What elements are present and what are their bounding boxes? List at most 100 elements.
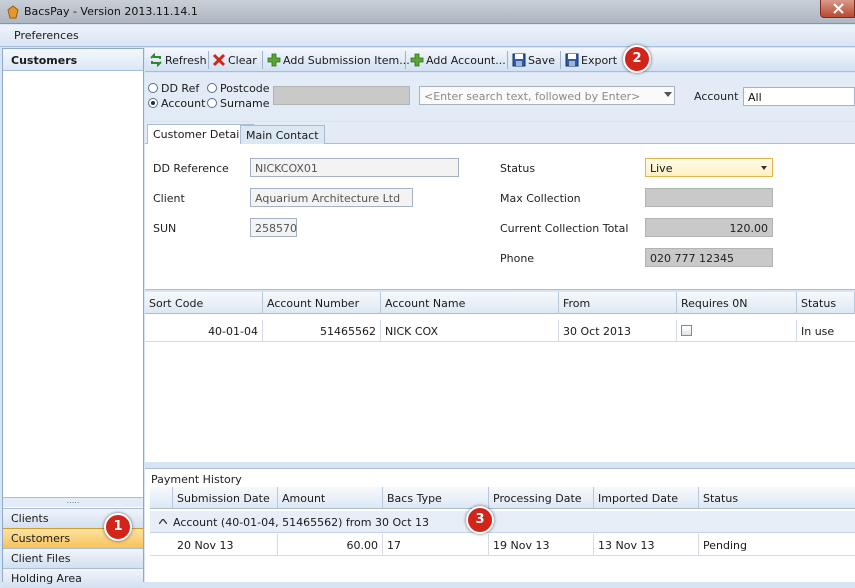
title-bar: BacsPay - Version 2013.11.14.1 [0, 0, 855, 24]
account-filter-select[interactable]: All [743, 87, 855, 106]
tab-customer-details[interactable]: Customer Details [147, 124, 255, 145]
column-header-account-name[interactable]: Account Name [381, 292, 559, 314]
cell-amount: 60.00 [278, 534, 383, 556]
current-collection-total-label: Current Collection Total [500, 222, 629, 235]
search-input[interactable]: <Enter search text, followed by Enter> [419, 86, 675, 105]
export-label: Export [581, 54, 618, 67]
cell-processing-date: 19 Nov 13 [489, 534, 594, 556]
sun-label: SUN [153, 222, 177, 235]
cell-imported-date: 13 Nov 13 [594, 534, 699, 556]
save-icon [512, 53, 526, 67]
table-row[interactable]: 20 Nov 13 60.00 17 19 Nov 13 13 Nov 13 P… [150, 534, 855, 556]
add-submission-item-label: Add Submission Item... [283, 54, 410, 67]
dd-reference-field[interactable]: NICKCOX01 [250, 158, 459, 177]
cell-sort-code: 40-01-04 [145, 320, 263, 342]
radio-postcode[interactable]: Postcode [207, 82, 270, 95]
sun-field[interactable]: 258570 [250, 218, 297, 237]
phone-label: Phone [500, 252, 535, 265]
nav-splitter[interactable]: ..... [3, 497, 143, 507]
radio-button [207, 98, 217, 108]
chevron-down-icon [664, 92, 672, 97]
status-select[interactable]: Live [645, 158, 773, 177]
status-label: Status [500, 162, 536, 175]
close-window-button[interactable] [820, 0, 855, 18]
column-header-from[interactable]: From [559, 292, 677, 314]
max-collection-label: Max Collection [500, 192, 581, 205]
cell-status: In use [801, 325, 835, 338]
callout-badge-2: 2 [623, 45, 651, 73]
add-account-button[interactable]: Add Account... [410, 51, 506, 69]
toolbar-separator [507, 51, 508, 69]
clear-icon [212, 53, 226, 67]
export-button[interactable]: Export [565, 51, 617, 69]
clear-label: Clear [228, 54, 257, 67]
nav-item-client-files[interactable]: Client Files [3, 548, 143, 568]
cell-payment-status: Pending [703, 539, 747, 552]
column-header-payment-status[interactable]: Status [699, 487, 855, 509]
column-header-processing-date[interactable]: Processing Date [489, 487, 594, 509]
nav-item-holding-area[interactable]: Holding Area [3, 568, 143, 588]
window-title: BacsPay - Version 2013.11.14.1 [24, 5, 198, 18]
group-row[interactable]: Account (40-01-04, 51465562) from 30 Oct… [150, 511, 855, 533]
callout-badge-3: 3 [466, 506, 494, 534]
cell-account-name: NICK COX [381, 320, 559, 342]
search-panel: DD Ref Postcode Account Surname <Enter s… [145, 73, 855, 121]
group-row-label: Account (40-01-04, 51465562) from 30 Oct… [173, 516, 430, 529]
radio-dd-ref[interactable]: DD Ref [148, 82, 199, 95]
radio-dd-ref-label: DD Ref [161, 82, 200, 95]
menu-bar: Preferences [0, 25, 855, 47]
app-icon [7, 5, 19, 19]
customer-details-panel: DD Reference NICKCOX01 Client Aquarium A… [145, 144, 855, 290]
refresh-label: Refresh [165, 54, 207, 67]
radio-surname[interactable]: Surname [207, 97, 269, 110]
add-account-label: Add Account... [426, 54, 506, 67]
cell-account-number: 51465562 [263, 320, 381, 342]
column-header-amount[interactable]: Amount [278, 487, 383, 509]
tab-main-contact[interactable]: Main Contact [240, 125, 325, 145]
column-header-submission-date[interactable]: Submission Date [173, 487, 278, 509]
toolbar-separator [405, 51, 406, 69]
clear-button[interactable]: Clear [212, 51, 257, 69]
column-header-status[interactable]: Status [797, 292, 855, 314]
refresh-button[interactable]: Refresh [149, 51, 207, 69]
dd-reference-label: DD Reference [153, 162, 229, 175]
cell-submission-date: 20 Nov 13 [173, 534, 278, 556]
search-prefix-field[interactable] [273, 86, 410, 105]
accounts-grid-header: Sort Code Account Number Account Name Fr… [145, 292, 855, 314]
close-icon [833, 3, 844, 14]
phone-field[interactable]: 020 777 12345 [645, 248, 773, 267]
toolbar-separator [208, 51, 209, 69]
save-label: Save [528, 54, 556, 67]
tab-strip: Customer Details Main Contact [145, 122, 855, 145]
client-field[interactable]: Aquarium Architecture Ltd [250, 188, 413, 207]
account-filter-label: Account [694, 90, 739, 103]
accounts-grid: Sort Code Account Number Account Name Fr… [145, 292, 855, 462]
column-header-requires-0n[interactable]: Requires 0N [677, 292, 797, 314]
client-label: Client [153, 192, 185, 205]
requires-0n-checkbox[interactable] [681, 325, 692, 336]
column-header-expander [150, 487, 173, 509]
column-header-imported-date[interactable]: Imported Date [594, 487, 699, 509]
radio-button [207, 83, 217, 93]
radio-account[interactable]: Account [148, 97, 205, 110]
callout-badge-1: 1 [104, 513, 132, 541]
status-value: Live [650, 162, 673, 175]
save-icon [565, 53, 579, 67]
column-header-sort-code[interactable]: Sort Code [145, 292, 263, 314]
table-row[interactable]: 40-01-04 51465562 NICK COX 30 Oct 2013 I… [145, 320, 855, 342]
chevron-up-icon[interactable] [159, 519, 167, 524]
save-button[interactable]: Save [512, 51, 555, 69]
radio-surname-label: Surname [220, 97, 270, 110]
toolbar-separator [262, 51, 263, 69]
nav-header: Customers [3, 49, 143, 71]
cell-bacs-type: 17 [383, 534, 489, 556]
radio-postcode-label: Postcode [220, 82, 270, 95]
max-collection-field[interactable] [645, 188, 773, 207]
menu-preferences[interactable]: Preferences [14, 29, 79, 42]
column-header-account-number[interactable]: Account Number [263, 292, 381, 314]
cell-from: 30 Oct 2013 [559, 320, 677, 342]
cell-requires-0n [677, 320, 797, 342]
toolbar-separator [560, 51, 561, 69]
column-header-bacs-type[interactable]: Bacs Type [383, 487, 489, 509]
add-submission-item-button[interactable]: Add Submission Item... [267, 51, 410, 69]
